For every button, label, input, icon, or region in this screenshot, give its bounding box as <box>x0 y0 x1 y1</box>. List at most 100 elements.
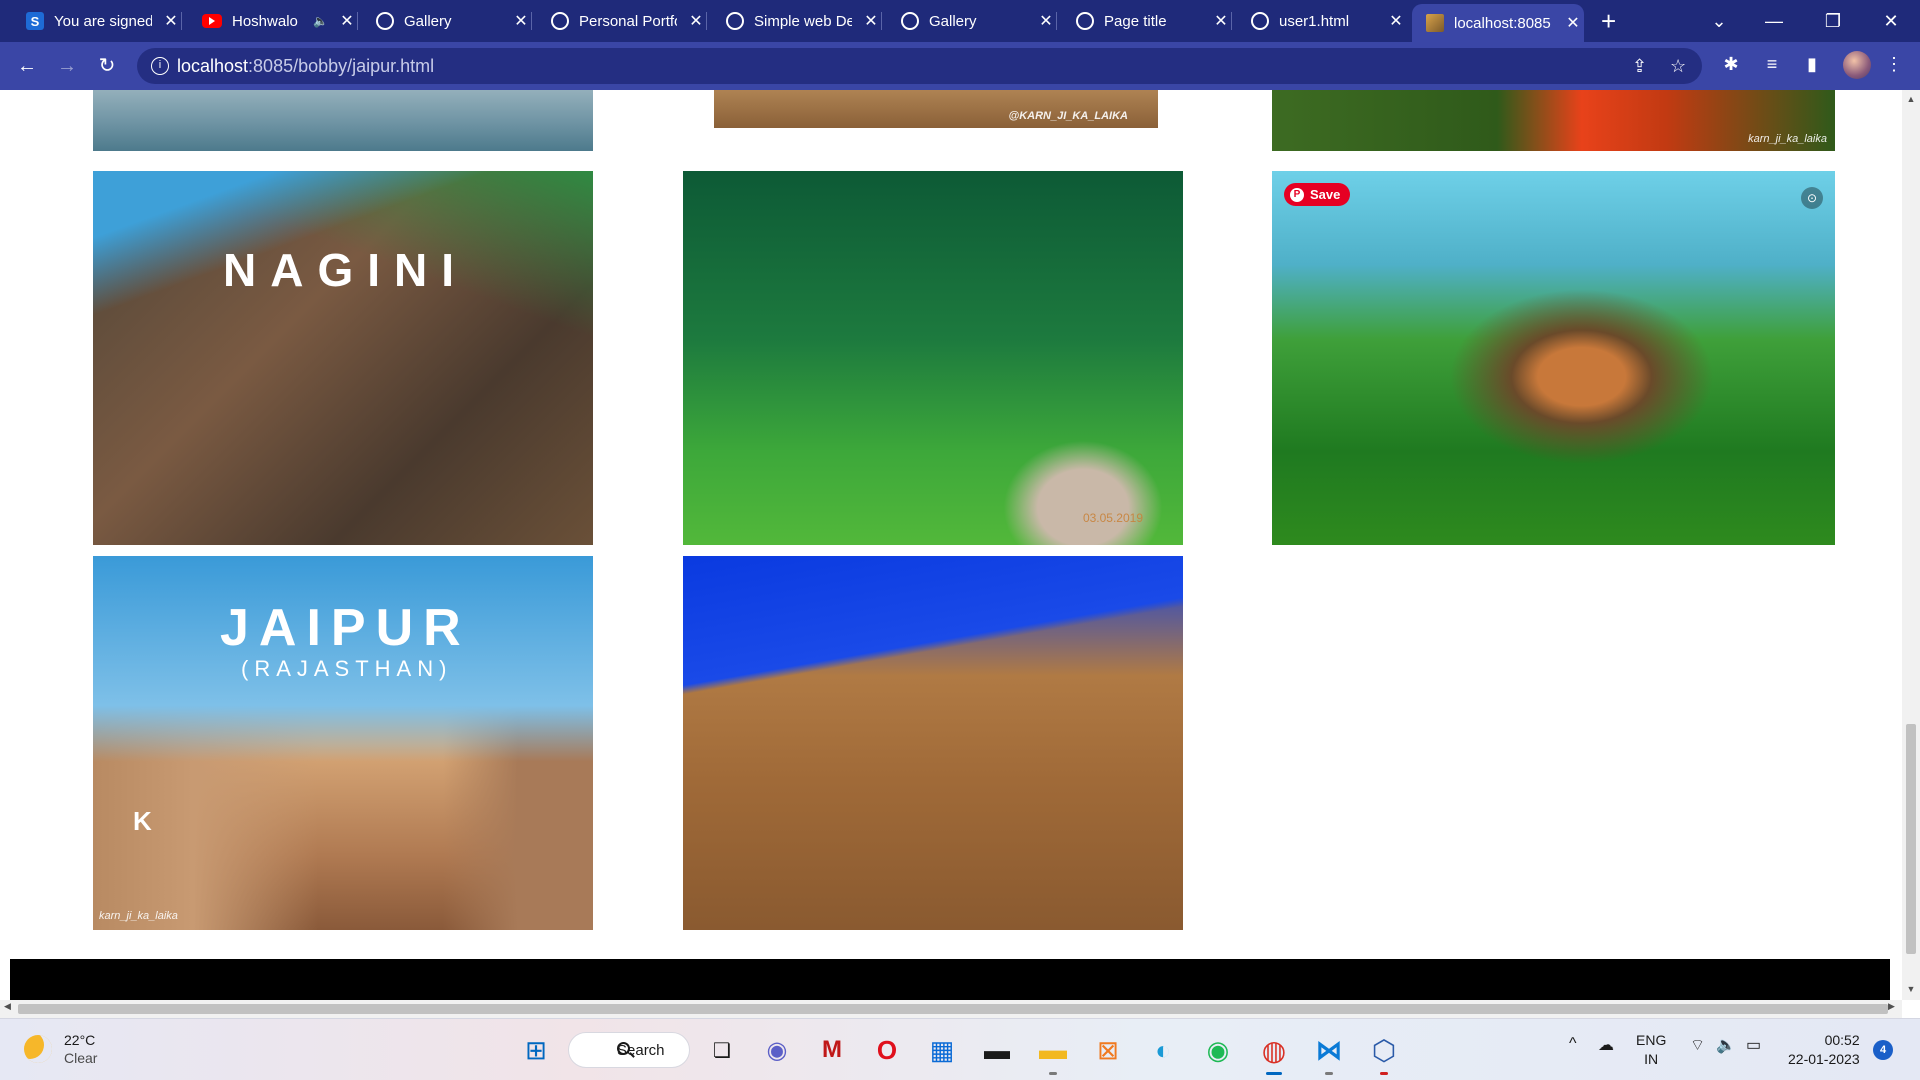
scroll-right-icon[interactable]: ▶ <box>1888 1001 1895 1012</box>
tab-close-icon[interactable]: ✕ <box>1035 11 1057 31</box>
volume-icon[interactable]: 🔈 <box>1716 1035 1736 1055</box>
scroll-up-icon[interactable]: ▲ <box>1902 94 1920 104</box>
audio-playing-icon[interactable]: 🔈 <box>313 14 328 28</box>
horizontal-scrollbar[interactable]: ◀ ▶ <box>0 1000 1902 1018</box>
region-code: IN <box>1644 1051 1659 1067</box>
vertical-scrollbar[interactable]: ▲ ▼ <box>1902 90 1920 1000</box>
new-tab-button[interactable]: + <box>1601 6 1616 36</box>
bookmark-star-icon[interactable]: ☆ <box>1670 56 1686 77</box>
moon-icon <box>24 1035 52 1063</box>
spotify-button[interactable]: ◉ <box>1201 1033 1235 1067</box>
gallery-image-nagini[interactable]: NAGINI <box>93 171 593 545</box>
edge-icon: ◐ <box>1155 1034 1171 1065</box>
forward-button[interactable]: → <box>53 52 81 80</box>
share-icon[interactable]: ⇪ <box>1632 56 1647 77</box>
gallery-image-jaipur[interactable]: JAIPUR (RAJASTHAN) K karn_ji_ka_laika <box>93 556 593 930</box>
browser-toolbar: ← → ↻ i localhost:8085/bobby/jaipur.html… <box>0 42 1920 90</box>
tab-simple-web-design[interactable]: Simple web De ✕ <box>712 6 882 36</box>
weather-widget[interactable]: 22°C Clear <box>24 1031 97 1067</box>
tab-separator <box>1231 12 1232 30</box>
weather-desc: Clear <box>64 1050 98 1066</box>
tab-title: Gallery <box>929 12 977 30</box>
terminal-button[interactable]: ▬ <box>980 1033 1014 1067</box>
tab-separator <box>706 12 707 30</box>
tab-hoshwalo[interactable]: Hoshwalo 🔈 ✕ <box>188 6 358 36</box>
virtualbox-icon: ⬡ <box>1371 1034 1397 1066</box>
mcafee-button[interactable]: M <box>815 1033 849 1067</box>
tab-localhost-active[interactable]: localhost:8085 ✕ <box>1412 4 1584 42</box>
pinterest-save-button[interactable]: P Save <box>1284 183 1351 206</box>
tab-gallery[interactable]: Gallery ✕ <box>362 6 532 36</box>
store-button[interactable]: ▦ <box>925 1033 959 1067</box>
battery-icon[interactable]: ▭ <box>1746 1035 1761 1055</box>
gallery-image-canyon[interactable] <box>683 556 1183 930</box>
system-clock[interactable]: 00:52 22-01-2023 <box>1788 1031 1860 1069</box>
taskbar-search[interactable]: Search <box>568 1032 690 1068</box>
teams-button[interactable]: ◉ <box>760 1033 794 1067</box>
onedrive-icon[interactable]: ☁ <box>1598 1035 1614 1055</box>
gallery-image-red-river[interactable]: karn_ji_ka_laika <box>1272 90 1835 151</box>
media-controls-icon[interactable]: ≡ <box>1760 54 1784 75</box>
browser-menu-icon[interactable]: ⋮ <box>1882 54 1906 75</box>
tab-strip: S You are signed ✕ Hoshwalo 🔈 ✕ Gallery … <box>0 0 1920 42</box>
back-button[interactable]: ← <box>13 52 41 80</box>
vertical-scroll-thumb[interactable] <box>1906 724 1916 954</box>
visual-search-icon[interactable]: ⊙ <box>1801 187 1823 209</box>
language-indicator[interactable]: ENG IN <box>1636 1031 1666 1069</box>
gallery-image-lake[interactable] <box>93 90 593 151</box>
scroll-down-icon[interactable]: ▼ <box>1902 984 1920 994</box>
weather-text: 22°C Clear <box>64 1031 97 1067</box>
vscode-icon: ⋈ <box>1316 1034 1342 1065</box>
tab-separator <box>881 12 882 30</box>
globe-icon <box>1251 12 1269 30</box>
address-bar[interactable]: i localhost:8085/bobby/jaipur.html ⇪ ☆ <box>137 48 1702 84</box>
gallery-image-rock-top[interactable]: @KARN_JI_KA_LAIKA <box>714 90 1158 128</box>
tab-close-icon[interactable]: ✕ <box>510 11 532 31</box>
opera-button[interactable]: O <box>870 1033 904 1067</box>
chrome-button[interactable]: ◍ <box>1257 1033 1291 1075</box>
start-button[interactable]: ⊞ <box>519 1033 553 1067</box>
vscode-button[interactable]: ⋈ <box>1312 1033 1346 1075</box>
tab-close-icon[interactable]: ✕ <box>160 11 182 31</box>
gallery-image-forest[interactable]: 03.05.2019 <box>683 171 1183 545</box>
chrome-icon: ◍ <box>1261 1034 1287 1066</box>
tab-close-icon[interactable]: ✕ <box>336 11 358 31</box>
tab-title: localhost:8085 <box>1454 14 1551 32</box>
restore-button[interactable]: ❐ <box>1810 6 1856 36</box>
windows-taskbar: 22°C Clear ⊞ Search ❏ ◉ M O ▦ ▬ ▬ ⊠ ◐ ◉ … <box>0 1018 1920 1080</box>
site-info-icon[interactable]: i <box>151 57 169 75</box>
image-watermark: karn_ji_ka_laika <box>99 910 178 922</box>
show-hidden-icons-button[interactable]: ^ <box>1569 1035 1577 1053</box>
virtualbox-button[interactable]: ⬡ <box>1367 1033 1401 1075</box>
close-window-button[interactable]: ✕ <box>1868 6 1914 36</box>
task-view-button[interactable]: ❏ <box>705 1033 739 1067</box>
mcafee-icon: M <box>822 1036 842 1063</box>
edge-button[interactable]: ◐ <box>1146 1033 1180 1067</box>
reload-button[interactable]: ↻ <box>93 52 121 80</box>
tab-close-icon[interactable]: ✕ <box>860 11 882 31</box>
tab-you-are-signed[interactable]: S You are signed ✕ <box>12 6 182 36</box>
tab-close-icon[interactable]: ✕ <box>1210 11 1232 31</box>
minimize-button[interactable]: — <box>1751 6 1797 36</box>
tab-page-title[interactable]: Page title ✕ <box>1062 6 1232 36</box>
file-explorer-button[interactable]: ▬ <box>1036 1033 1070 1075</box>
tab-personal-portfolio[interactable]: Personal Portfo ✕ <box>537 6 707 36</box>
address-url[interactable]: localhost:8085/bobby/jaipur.html <box>177 56 434 77</box>
tab-search-icon[interactable]: ⌄ <box>1696 6 1742 36</box>
tab-user1-html[interactable]: user1.html ✕ <box>1237 6 1407 36</box>
gallery-image-watch[interactable]: P Save ⊙ <box>1272 171 1835 545</box>
tab-title: Page title <box>1104 12 1167 30</box>
extensions-icon[interactable]: ✱ <box>1719 54 1743 75</box>
xampp-button[interactable]: ⊠ <box>1091 1033 1125 1067</box>
profile-avatar[interactable] <box>1843 51 1871 79</box>
side-panel-icon[interactable]: ▮ <box>1800 54 1824 75</box>
tab-close-icon[interactable]: ✕ <box>1562 13 1584 33</box>
file-explorer-icon: ▬ <box>1039 1034 1067 1065</box>
tab-close-icon[interactable]: ✕ <box>1385 11 1407 31</box>
tab-gallery-2[interactable]: Gallery ✕ <box>887 6 1057 36</box>
horizontal-scroll-thumb[interactable] <box>18 1004 1888 1014</box>
notification-badge[interactable]: 4 <box>1873 1040 1893 1060</box>
scroll-left-icon[interactable]: ◀ <box>4 1001 11 1012</box>
wifi-icon[interactable]: ⌔ <box>1690 1035 1705 1055</box>
tab-close-icon[interactable]: ✕ <box>685 11 707 31</box>
